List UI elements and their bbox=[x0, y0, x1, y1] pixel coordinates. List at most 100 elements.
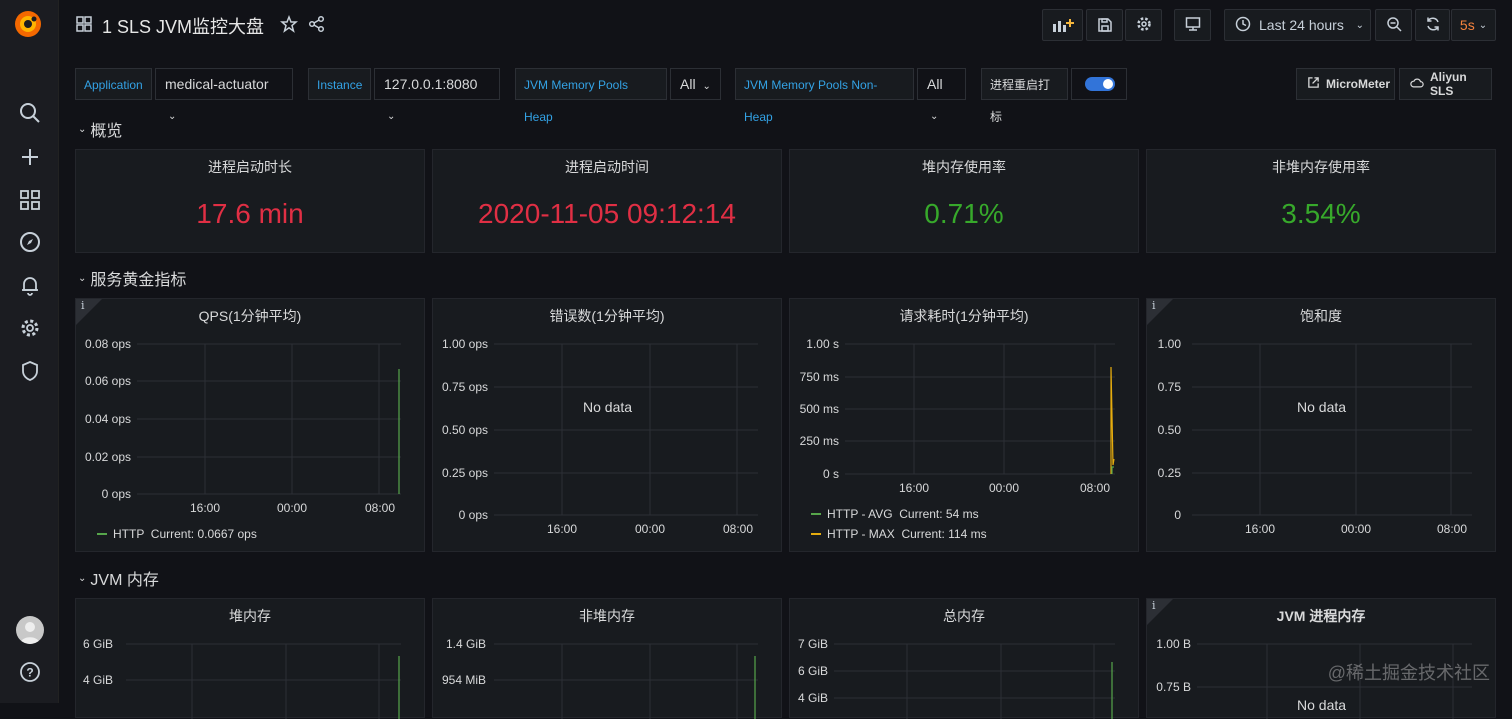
no-data-text: No data bbox=[583, 399, 633, 415]
plus-icon[interactable] bbox=[19, 146, 41, 168]
x-tick-label: 16:00 bbox=[547, 522, 578, 536]
panel-title[interactable]: 进程启动时长 bbox=[76, 157, 424, 177]
zoom-out-button[interactable] bbox=[1375, 9, 1412, 41]
row-jvm-memory[interactable]: ⌄ JVM 内存 bbox=[78, 566, 159, 590]
dashboard-title[interactable]: 1 SLS JVM监控大盘 bbox=[102, 13, 264, 39]
share-icon[interactable] bbox=[308, 15, 326, 38]
y-tick-label: 0.08 ops bbox=[84, 337, 131, 351]
y-tick-label: 0 bbox=[1174, 508, 1181, 522]
variable-select-heap-pools[interactable]: All ⌄ bbox=[670, 68, 721, 100]
time-range-picker[interactable]: Last 24 hours ⌄ bbox=[1224, 9, 1371, 41]
legend-text: HTTP - AVG Current: 54 ms bbox=[827, 507, 979, 521]
x-tick-label: 00:00 bbox=[277, 501, 308, 515]
y-tick-label: 1.00 s bbox=[806, 337, 839, 351]
link-micrometer[interactable]: MicroMeter bbox=[1296, 68, 1395, 100]
x-tick-label: 08:00 bbox=[723, 522, 754, 536]
restart-marker-toggle[interactable] bbox=[1071, 68, 1127, 100]
variable-value: All bbox=[927, 76, 943, 92]
chevron-down-icon: ⌄ bbox=[387, 111, 396, 122]
stat-value: 17.6 min bbox=[196, 198, 304, 229]
alerting-bell-icon[interactable] bbox=[19, 274, 41, 296]
legend-text: HTTP - MAX Current: 114 ms bbox=[827, 527, 987, 541]
refresh-interval-value: 5s bbox=[1459, 17, 1475, 33]
y-tick-label: 6 GiB bbox=[82, 637, 113, 651]
save-dashboard-button[interactable] bbox=[1086, 9, 1123, 41]
chevron-down-icon: ⌄ bbox=[930, 111, 939, 122]
graph-panel-heap: 堆内存 6 GiB 4 GiB bbox=[75, 598, 426, 719]
panel-title[interactable]: 堆内存使用率 bbox=[790, 157, 1138, 177]
row-golden-signals[interactable]: ⌄ 服务黄金指标 bbox=[78, 266, 186, 290]
x-tick-label: 00:00 bbox=[1341, 522, 1372, 536]
sidebar: ? bbox=[0, 0, 59, 703]
y-tick-label: 0.06 ops bbox=[84, 374, 131, 388]
add-panel-button[interactable] bbox=[1042, 9, 1083, 41]
toggle-track bbox=[1085, 77, 1115, 91]
y-tick-label: 0.75 ops bbox=[441, 380, 488, 394]
refresh-button[interactable] bbox=[1415, 9, 1450, 41]
link-label: Aliyun SLS bbox=[1430, 70, 1467, 98]
y-tick-label: 0.50 bbox=[1157, 423, 1181, 437]
variable-select-instance[interactable]: 127.0.0.1:8080 ⌄ bbox=[374, 68, 500, 122]
refresh-icon bbox=[1425, 16, 1441, 35]
dashboard-grid-icon bbox=[76, 15, 92, 37]
variable-select-nonheap-pools[interactable]: All ⌄ bbox=[917, 68, 966, 122]
variable-label-heap-pools: JVM Memory Pools Heap bbox=[515, 68, 667, 124]
panel-title[interactable]: 进程启动时间 bbox=[433, 157, 781, 177]
search-icon[interactable] bbox=[19, 102, 41, 124]
tv-mode-button[interactable] bbox=[1174, 9, 1211, 41]
help-icon[interactable]: ? bbox=[19, 661, 41, 683]
graph-panel-nonheap: 非堆内存 1.4 GiB 954 MiB bbox=[432, 598, 783, 719]
link-label: MicroMeter bbox=[1326, 77, 1391, 91]
variable-value: medical-actuator bbox=[165, 76, 269, 92]
clock-icon bbox=[1235, 16, 1251, 35]
avatar[interactable] bbox=[16, 616, 44, 644]
row-overview[interactable]: ⌄ 概览 bbox=[78, 117, 122, 141]
y-tick-label: 0 s bbox=[822, 467, 839, 481]
graph-panel-qps: i QPS(1分钟平均) 0.08 ops 0.06 ops 0.04 ops … bbox=[75, 298, 425, 552]
variable-label-restart-marker: 进程重启打标 bbox=[981, 68, 1068, 124]
x-tick-label: 08:00 bbox=[1080, 481, 1111, 495]
y-tick-label: 0.25 bbox=[1157, 466, 1181, 480]
legend-item[interactable]: HTTP - AVG Current: 54 ms bbox=[811, 507, 979, 521]
shield-icon[interactable] bbox=[19, 360, 41, 382]
graph-panel-process-memory: i JVM 进程内存 1.00 B 0.75 B No data bbox=[1146, 598, 1496, 719]
chevron-down-icon: ⌄ bbox=[1355, 19, 1364, 31]
gear-icon bbox=[1136, 16, 1152, 35]
nonheap-plot-area[interactable] bbox=[433, 599, 783, 719]
legend-item[interactable]: HTTP Current: 0.0667 ops bbox=[97, 527, 257, 541]
y-tick-label: 0 ops bbox=[101, 487, 131, 501]
panel-title[interactable]: 非堆内存使用率 bbox=[1147, 157, 1495, 177]
graph-panel-saturation: i 饱和度 1.00 0.75 0.50 0.25 0 No data 16:0… bbox=[1146, 298, 1496, 552]
heap-plot-area[interactable] bbox=[76, 599, 426, 719]
variable-value: 127.0.0.1:8080 bbox=[384, 76, 478, 92]
variable-select-application[interactable]: medical-actuator ⌄ bbox=[155, 68, 293, 122]
stat-value: 2020-11-05 09:12:14 bbox=[478, 198, 736, 229]
variable-label-instance: Instance bbox=[308, 68, 371, 100]
x-tick-label: 08:00 bbox=[1437, 522, 1468, 536]
legend-item[interactable]: HTTP - MAX Current: 114 ms bbox=[811, 527, 987, 541]
y-tick-label: 1.00 bbox=[1157, 337, 1181, 351]
gear-icon[interactable] bbox=[19, 317, 41, 339]
y-tick-label: 1.00 B bbox=[1156, 637, 1191, 651]
dashboard-settings-button[interactable] bbox=[1125, 9, 1162, 41]
graph-panel-latency: 请求耗时(1分钟平均) 1.00 s 750 ms 500 ms 250 ms … bbox=[789, 298, 1139, 552]
y-tick-label: 0 ops bbox=[458, 508, 488, 522]
explore-compass-icon[interactable] bbox=[19, 231, 41, 253]
dashboards-icon[interactable] bbox=[19, 189, 41, 211]
grafana-logo-icon[interactable] bbox=[12, 8, 44, 40]
legend-swatch bbox=[811, 533, 821, 535]
stat-panel-uptime: 进程启动时长 17.6 min bbox=[75, 149, 425, 253]
stat-panel-heap-usage: 堆内存使用率 0.71% bbox=[789, 149, 1139, 253]
y-tick-label: 0.02 ops bbox=[84, 450, 131, 464]
y-tick-label: 7 GiB bbox=[797, 637, 828, 651]
row-title: JVM 内存 bbox=[90, 572, 159, 589]
saturation-plot-area[interactable] bbox=[1147, 299, 1497, 553]
stat-value: 3.54% bbox=[1281, 198, 1361, 229]
total-memory-plot-area[interactable] bbox=[790, 599, 1140, 719]
row-title: 服务黄金指标 bbox=[90, 272, 187, 289]
y-tick-label: 0.04 ops bbox=[84, 412, 131, 426]
x-tick-label: 16:00 bbox=[899, 481, 930, 495]
star-icon[interactable] bbox=[280, 14, 299, 38]
refresh-interval-picker[interactable]: 5s ⌄ bbox=[1451, 9, 1496, 41]
link-aliyun-sls[interactable]: Aliyun SLS bbox=[1399, 68, 1492, 100]
